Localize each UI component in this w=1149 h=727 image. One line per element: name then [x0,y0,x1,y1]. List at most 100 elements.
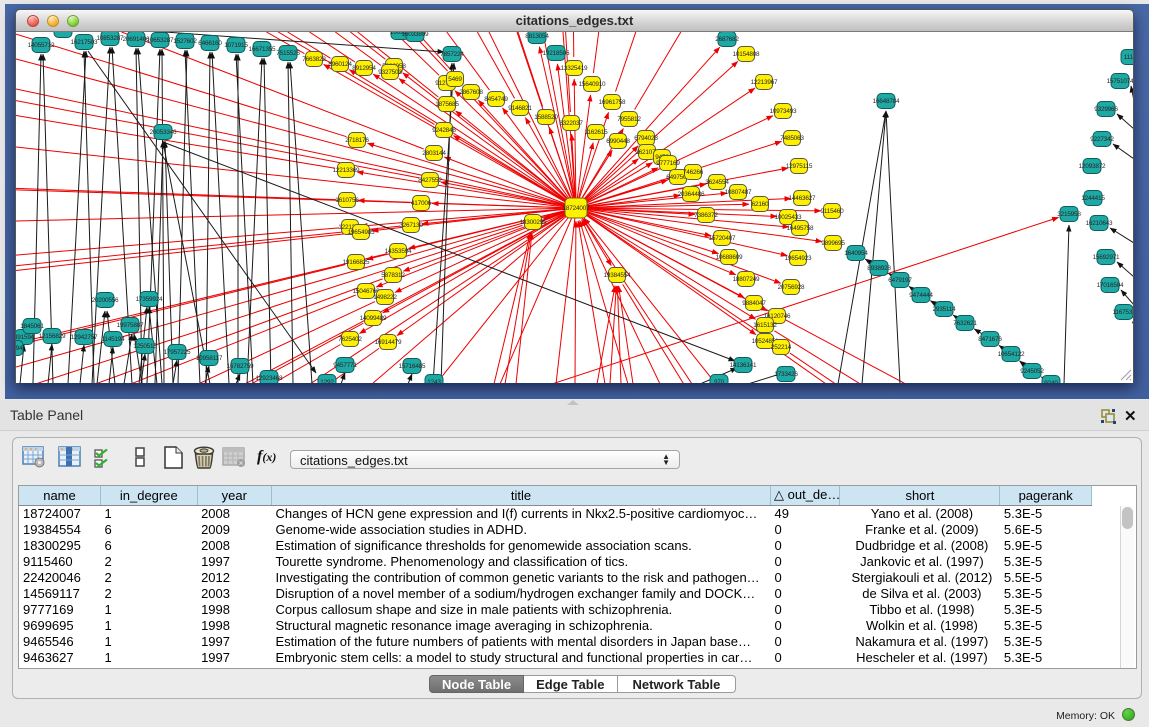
svg-text:1167533: 1167533 [1112,309,1133,316]
svg-text:9245052: 9245052 [1020,368,1044,375]
svg-text:16495758: 16495758 [787,225,814,232]
svg-text:20053346: 20053346 [150,129,177,136]
svg-text:1244415: 1244415 [1081,195,1105,202]
svg-text:1733426: 1733426 [774,371,798,378]
svg-text:19218506: 19218506 [543,50,570,57]
svg-text:1527602: 1527602 [173,38,197,45]
svg-text:17957225: 17957225 [164,349,191,356]
svg-text:12923468: 12923468 [256,375,283,382]
svg-text:10688609: 10688609 [716,254,743,261]
svg-text:13325419: 13325419 [561,65,588,72]
svg-text:7515526: 7515526 [276,50,300,57]
svg-text:1145194: 1145194 [101,336,125,343]
svg-text:417006: 417006 [411,200,432,207]
svg-text:1875685: 1875685 [435,101,459,108]
svg-text:62160: 62160 [752,201,769,208]
svg-text:6479197: 6479197 [888,277,912,284]
svg-text:1243: 1243 [427,379,441,383]
svg-text:9327503: 9327503 [378,69,402,76]
svg-text:7485063: 7485063 [780,135,804,142]
svg-text:20364486: 20364486 [678,191,705,198]
svg-text:16782759: 16782759 [227,363,254,370]
svg-text:16671355: 16671355 [249,46,276,53]
svg-text:15751074: 15751074 [1107,78,1133,85]
svg-text:9227342: 9227342 [1090,136,1114,143]
svg-text:12156829: 12156829 [39,333,66,340]
svg-text:14099489: 14099489 [360,315,387,322]
svg-text:6466160: 6466160 [198,40,222,47]
svg-text:10154808: 10154808 [733,51,760,58]
svg-text:9777169: 9777169 [656,160,680,167]
svg-text:53594: 53594 [16,345,23,352]
svg-text:16210643: 16210643 [1086,220,1113,227]
svg-text:1112: 1112 [1124,54,1133,61]
svg-text:19166825: 19166825 [343,259,370,266]
svg-text:2935114: 2935114 [932,306,956,313]
svg-text:8960124: 8960124 [328,61,352,68]
svg-text:5469: 5469 [448,76,462,83]
svg-text:17359924: 17359924 [136,296,163,303]
svg-text:8813054: 8813054 [525,33,549,40]
svg-text:9899695: 9899695 [821,240,845,247]
svg-text:1498222: 1498222 [373,294,397,301]
svg-text:6990448: 6990448 [606,138,630,145]
svg-text:9457771: 9457771 [333,362,357,369]
svg-text:7625402: 7625402 [338,336,362,343]
svg-text:1640954: 1640954 [844,250,868,257]
svg-text:20200556: 20200556 [92,297,119,304]
svg-text:14136141: 14136141 [730,362,757,369]
svg-text:1250515: 1250515 [133,343,157,350]
svg-text:8912954: 8912954 [352,65,376,72]
svg-text:12093872: 12093872 [1079,163,1106,170]
svg-text:17016504: 17016504 [1097,282,1124,289]
svg-text:7632621: 7632621 [953,320,977,327]
svg-text:19975887: 19975887 [117,322,144,329]
svg-text:746266: 746266 [683,169,704,176]
svg-text:16033809: 16033809 [402,32,429,38]
svg-text:15640910: 15640910 [579,81,606,88]
svg-text:7857224: 7857224 [440,51,464,58]
svg-text:2867608: 2867608 [459,89,483,96]
svg-text:1071915: 1071915 [224,42,248,49]
svg-text:10853287: 10853287 [97,35,124,42]
svg-text:10653287: 10653287 [147,37,174,44]
svg-text:1292: 1292 [320,379,334,383]
svg-text:1610756: 1610756 [335,197,359,204]
svg-text:8427552: 8427552 [418,177,442,184]
svg-text:16217503: 16217503 [71,39,98,46]
svg-text:10973493: 10973493 [770,108,797,115]
svg-text:9474444: 9474444 [909,292,933,299]
svg-text:9884047: 9884047 [742,300,766,307]
svg-text:3215958: 3215958 [1057,211,1081,218]
svg-text:12213369: 12213369 [333,167,360,174]
svg-text:7663822: 7663822 [302,56,326,63]
svg-text:7955812: 7955812 [617,116,641,123]
svg-text:9329966: 9329966 [1094,106,1118,113]
svg-text:1588520: 1588520 [534,114,558,121]
svg-text:18300295: 18300295 [520,219,547,226]
svg-text:9242848: 9242848 [432,127,456,134]
svg-text:9146821: 9146821 [508,105,532,112]
svg-text:8322037: 8322037 [559,120,583,127]
svg-text:6794028: 6794028 [634,135,658,142]
svg-text:16648784: 16648784 [873,98,900,105]
svg-text:10654122: 10654122 [998,351,1025,358]
svg-text:1845061: 1845061 [20,323,44,330]
svg-text:970: 970 [714,379,725,383]
svg-text:2803144: 2803144 [422,150,446,157]
svg-text:14353594: 14353594 [385,248,412,255]
svg-text:9115460: 9115460 [820,208,844,215]
svg-text:15720407: 15720407 [709,235,736,242]
svg-text:1162615: 1162615 [584,129,608,136]
svg-text:15692971: 15692971 [1093,254,1120,261]
svg-text:18807249: 18807249 [733,276,760,283]
svg-text:8938928: 8938928 [867,265,891,272]
svg-text:12975115: 12975115 [786,163,813,170]
svg-text:16961758: 16961758 [599,99,626,106]
svg-text:19384554: 19384554 [604,272,631,279]
svg-text:5878312: 5878312 [381,272,405,279]
svg-text:3267130: 3267130 [399,222,423,229]
svg-text:7386372: 7386372 [694,212,718,219]
svg-text:16914479: 16914479 [375,339,402,346]
svg-text:19654923: 19654923 [785,255,812,262]
